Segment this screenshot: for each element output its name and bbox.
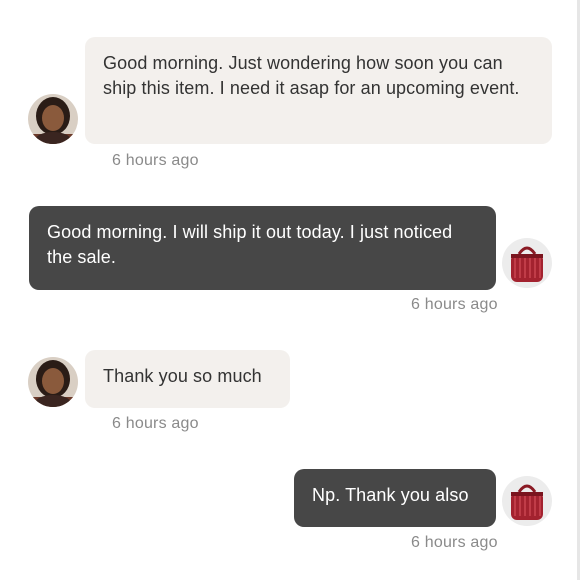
message-timestamp: 6 hours ago (411, 534, 498, 551)
buyer-avatar[interactable] (28, 94, 78, 144)
message-bubble-incoming: Good morning. Just wondering how soon yo… (85, 37, 552, 144)
woman-portrait-icon (28, 357, 78, 407)
message-bubble-incoming: Thank you so much (85, 350, 290, 408)
message-bubble-outgoing: Good morning. I will ship it out today. … (29, 206, 496, 290)
red-handbag-icon (502, 476, 552, 526)
seller-avatar[interactable] (502, 238, 552, 288)
seller-avatar[interactable] (502, 476, 552, 526)
red-handbag-icon (502, 238, 552, 288)
message-timestamp: 6 hours ago (411, 296, 498, 313)
message-timestamp: 6 hours ago (112, 152, 199, 169)
message-bubble-outgoing: Np. Thank you also (294, 469, 496, 527)
message-timestamp: 6 hours ago (112, 415, 199, 432)
buyer-avatar[interactable] (28, 357, 78, 407)
conversation-view: Good morning. Just wondering how soon yo… (0, 0, 580, 580)
woman-portrait-icon (28, 94, 78, 144)
